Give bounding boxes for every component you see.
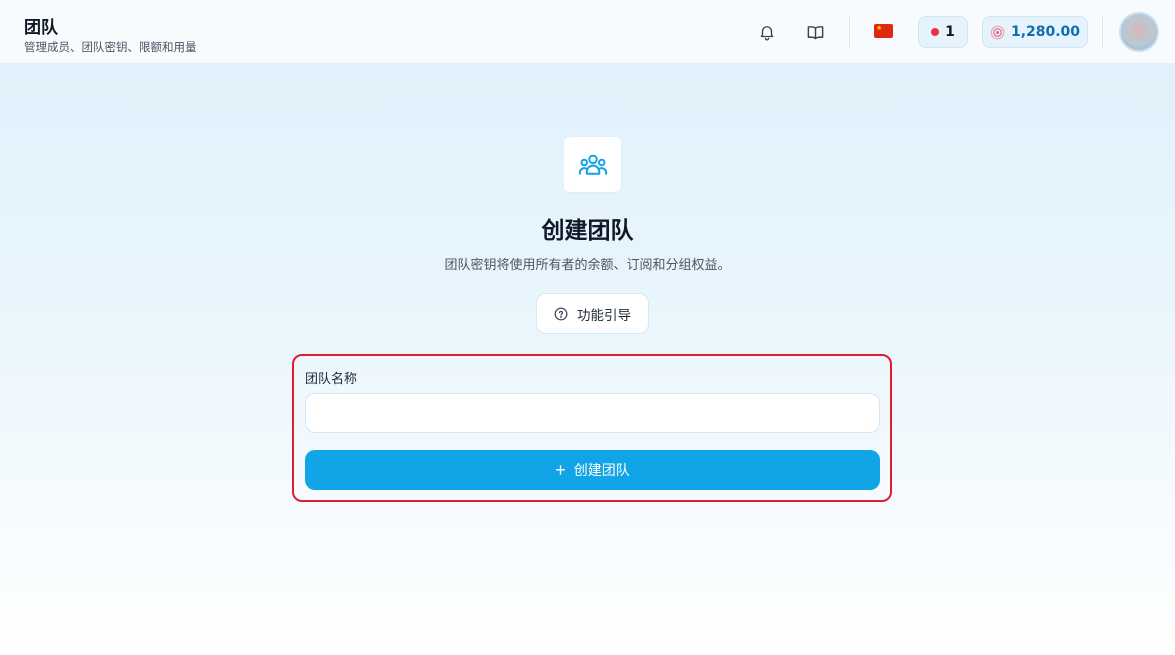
header-divider	[1102, 15, 1103, 49]
alert-badge[interactable]: 1	[918, 16, 968, 48]
top-bar: 团队 管理成员、团队密钥、限额和用量 ★ 1 1,280.00	[0, 0, 1175, 64]
alert-dot-icon	[931, 28, 940, 36]
feature-guide-button[interactable]: 功能引导	[536, 293, 649, 334]
feature-guide-label: 功能引导	[577, 307, 631, 324]
alert-count: 1	[945, 24, 955, 40]
help-circle-icon	[554, 307, 568, 320]
page-title: 团队	[24, 18, 58, 38]
book-icon	[807, 25, 823, 39]
coin-icon	[990, 25, 1005, 39]
create-team-button[interactable]: + 创建团队	[305, 450, 880, 490]
balance-badge[interactable]: 1,280.00	[982, 16, 1088, 48]
balance-amount: 1,280.00	[1010, 24, 1081, 40]
create-team-description: 团队密钥将使用所有者的余额、订阅和分组权益。	[444, 258, 731, 273]
header-divider	[849, 15, 850, 49]
team-icon-container	[564, 137, 621, 192]
create-team-button-label: 创建团队	[573, 462, 630, 478]
page-subtitle: 管理成员、团队密钥、限额和用量	[24, 40, 197, 54]
notifications-button[interactable]	[753, 18, 781, 46]
plus-icon: +	[555, 460, 566, 480]
team-name-input[interactable]	[305, 393, 880, 433]
users-icon	[578, 154, 607, 175]
docs-button[interactable]	[801, 18, 829, 46]
team-name-label: 团队名称	[305, 372, 358, 387]
bell-icon	[760, 26, 774, 41]
china-flag-icon[interactable]: ★	[874, 24, 893, 38]
avatar[interactable]	[1119, 12, 1159, 52]
create-team-heading: 创建团队	[541, 218, 634, 244]
